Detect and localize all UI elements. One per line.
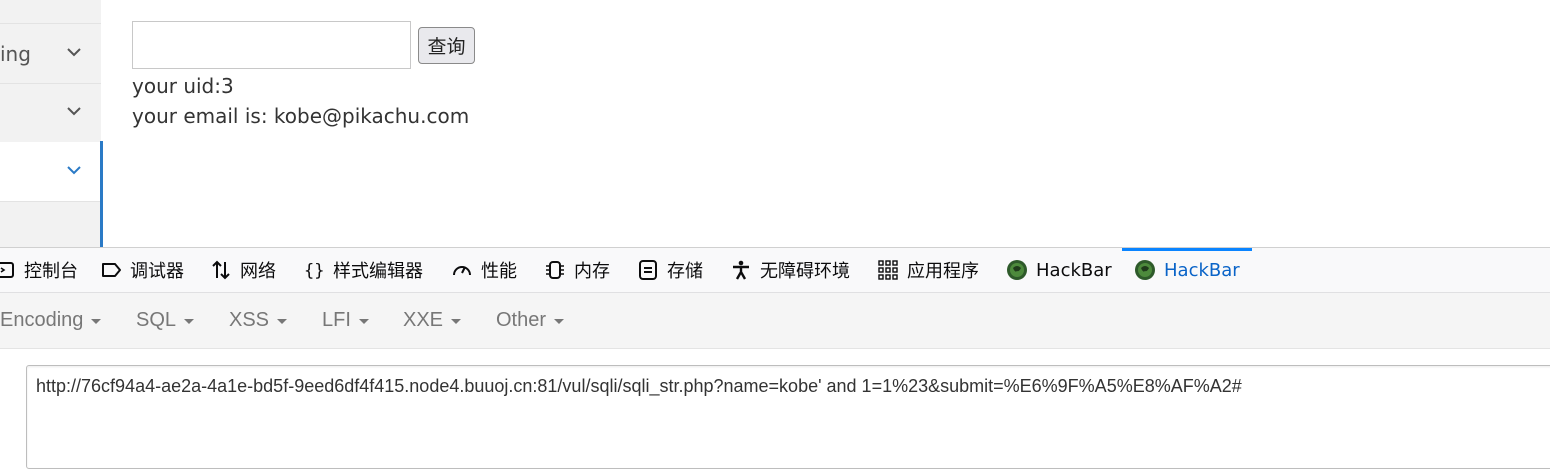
tab-storage[interactable]: 存储	[637, 248, 703, 292]
tab-application[interactable]: 应用程序	[877, 248, 979, 292]
tab-label: 性能	[481, 261, 517, 282]
sql-menu[interactable]: SQL	[136, 293, 195, 348]
tab-label: 内存	[574, 261, 610, 282]
tab-label: 调试器	[130, 261, 184, 282]
tab-debugger[interactable]: 调试器	[100, 248, 184, 292]
menu-label: LFI	[322, 309, 351, 331]
sidebar-item-partial[interactable]	[0, 0, 101, 24]
menu-label: Other	[496, 309, 547, 331]
caret-down-icon	[358, 319, 369, 324]
xss-menu[interactable]: XSS	[229, 293, 288, 348]
xxe-menu[interactable]: XXE	[403, 293, 462, 348]
tab-label: HackBar	[1164, 259, 1240, 281]
tab-label: 控制台	[24, 261, 78, 282]
lfi-menu[interactable]: LFI	[322, 293, 369, 348]
tab-label: 样式编辑器	[333, 261, 423, 282]
caret-down-icon	[184, 319, 195, 324]
sidebar: ing	[0, 0, 101, 247]
tab-label: 无障碍环境	[760, 261, 850, 282]
tab-accessibility[interactable]: 无障碍环境	[730, 248, 850, 292]
tab-label: 存储	[667, 261, 703, 282]
hackbar-icon	[1007, 260, 1027, 280]
tab-label: HackBar	[1036, 259, 1112, 281]
hackbar-toolbar: Encoding SQL XSS LFI XXE Other	[0, 293, 1550, 349]
application-icon	[878, 260, 898, 280]
tab-console[interactable]: 控制台	[0, 248, 78, 292]
menu-label: SQL	[136, 309, 177, 331]
encoding-menu[interactable]: Encoding	[0, 293, 102, 348]
tab-label: 网络	[240, 261, 276, 282]
caret-down-icon	[554, 319, 565, 324]
name-input[interactable]	[132, 21, 411, 69]
sidebar-item-label: ing	[0, 42, 31, 66]
caret-down-icon	[91, 319, 102, 324]
tab-label: 应用程序	[907, 261, 979, 282]
tab-memory[interactable]: 内存	[544, 248, 610, 292]
sidebar-item-3-active[interactable]	[0, 142, 101, 202]
style-editor-icon: {}	[304, 261, 324, 281]
tab-network[interactable]: 网络	[210, 248, 276, 292]
svg-text:{}: {}	[304, 261, 324, 281]
devtools-panel: 控制台 调试器 网络 {} 样式编辑器 性能 内存 存储 无障碍环境 应用程序 …	[0, 247, 1550, 469]
sidebar-item-1[interactable]: ing	[0, 24, 101, 84]
tab-style-editor[interactable]: {} 样式编辑器	[303, 248, 423, 292]
chevron-down-icon	[67, 107, 81, 116]
tab-hackbar-2[interactable]: HackBar	[1122, 248, 1252, 292]
uid-result: your uid:3	[132, 74, 234, 98]
web-page: ing 查询 your uid:3 your email is: kobe@pi…	[0, 0, 1550, 247]
tab-performance[interactable]: 性能	[451, 248, 517, 292]
network-icon	[212, 260, 230, 280]
caret-down-icon	[277, 319, 288, 324]
console-icon	[0, 262, 14, 278]
storage-icon	[639, 260, 657, 280]
email-result: your email is: kobe@pikachu.com	[132, 104, 470, 128]
memory-icon	[546, 261, 564, 279]
url-textarea[interactable]: http://76cf94a4-ae2a-4a1e-bd5f-9eed6df4f…	[26, 365, 1550, 469]
sidebar-item-4[interactable]	[0, 202, 101, 247]
menu-label: XSS	[229, 309, 270, 331]
other-menu[interactable]: Other	[496, 293, 565, 348]
main-content: 查询 your uid:3 your email is: kobe@pikach…	[132, 0, 1532, 247]
chevron-down-icon	[67, 48, 81, 57]
accessibility-icon	[733, 260, 749, 280]
chevron-down-icon	[67, 166, 81, 175]
active-indicator	[100, 141, 103, 247]
hackbar-icon	[1135, 260, 1155, 280]
menu-label: Encoding	[0, 309, 84, 331]
tab-hackbar-1[interactable]: HackBar	[1006, 248, 1112, 292]
debugger-icon	[102, 263, 121, 277]
devtools-tabbar: 控制台 调试器 网络 {} 样式编辑器 性能 内存 存储 无障碍环境 应用程序 …	[0, 248, 1550, 293]
menu-label: XXE	[403, 309, 444, 331]
caret-down-icon	[451, 319, 462, 324]
query-button[interactable]: 查询	[418, 27, 475, 64]
sidebar-item-2[interactable]	[0, 83, 101, 143]
performance-icon	[453, 266, 471, 276]
